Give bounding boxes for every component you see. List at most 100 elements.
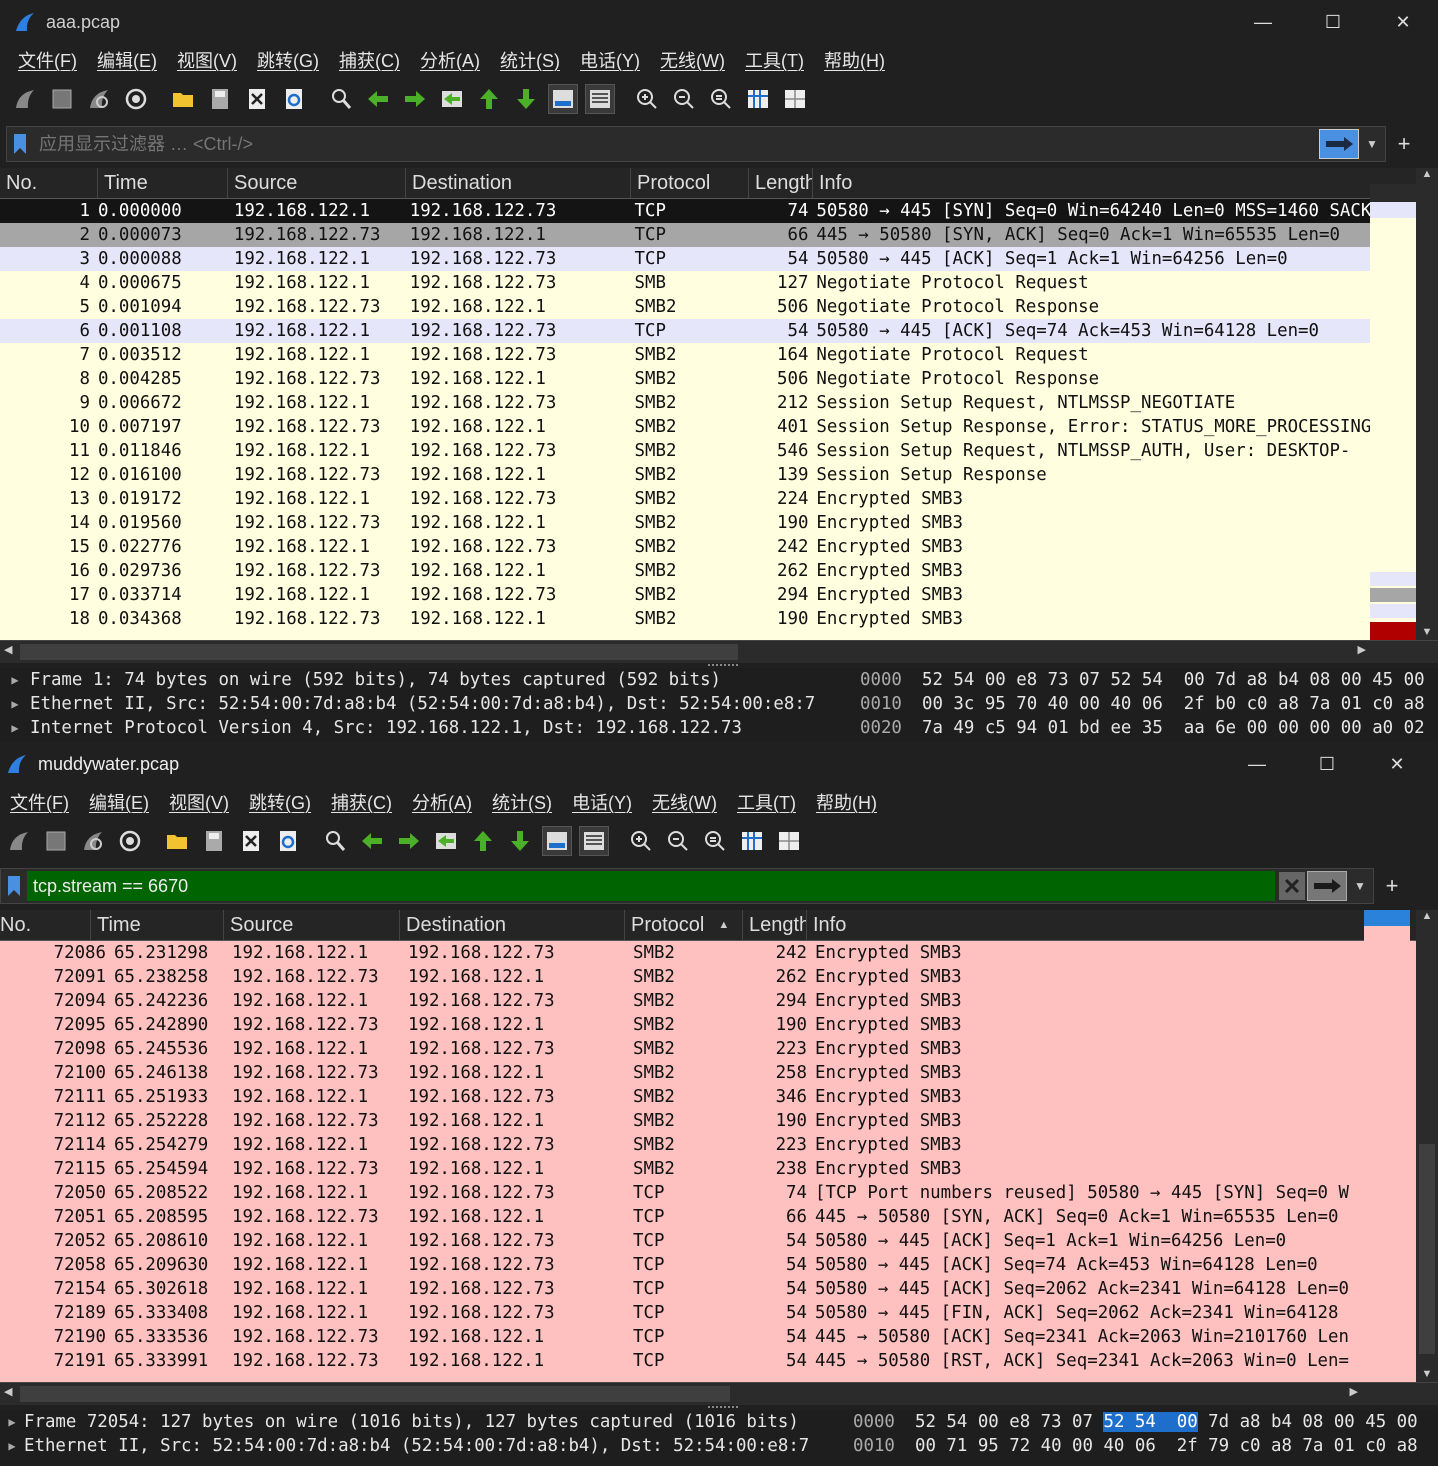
packet-list-minimap[interactable] xyxy=(1370,184,1416,640)
go-back-icon[interactable] xyxy=(357,826,387,856)
menu-help[interactable]: 帮助(H) xyxy=(814,47,895,73)
stop-capture-icon[interactable] xyxy=(41,826,71,856)
find-packet-icon[interactable] xyxy=(320,826,350,856)
hex-row[interactable]: 0010 00 71 95 72 40 00 40 06 2f 79 c0 a8 … xyxy=(843,1434,1438,1458)
table-row[interactable]: 1 0.000000 192.168.122.1 192.168.122.73 TCP 7… xyxy=(0,199,1370,223)
col-source[interactable]: Source xyxy=(228,168,406,198)
go-first-packet-icon[interactable] xyxy=(468,826,498,856)
col-time[interactable]: Time xyxy=(98,168,228,198)
menu-tools[interactable]: 工具(T) xyxy=(735,47,814,73)
col-info[interactable]: Info xyxy=(813,168,1413,198)
col-length[interactable]: Length xyxy=(749,168,813,198)
table-row[interactable]: 18 0.034368 192.168.122.73 192.168.122.1 SMB… xyxy=(0,607,1370,631)
table-row[interactable]: 4 0.000675 192.168.122.1 192.168.122.73 SMB 1… xyxy=(0,271,1370,295)
menu-help[interactable]: 帮助(H) xyxy=(806,789,887,815)
col-no[interactable]: No. xyxy=(0,910,91,940)
table-row[interactable]: 72154 65.302618 192.168.122.1 192.168.122.7… xyxy=(0,1277,1364,1301)
auto-scroll-icon[interactable] xyxy=(542,826,572,856)
col-protocol[interactable]: Protocol ▲ xyxy=(625,910,743,940)
resize-columns-icon[interactable] xyxy=(737,826,767,856)
packet-list-minimap[interactable] xyxy=(1364,910,1410,1382)
col-length[interactable]: Length xyxy=(743,910,807,940)
table-row[interactable]: 72191 65.333991 192.168.122.73 192.168.122.… xyxy=(0,1349,1364,1373)
table-row[interactable]: 12 0.016100 192.168.122.73 192.168.122.1 SMB… xyxy=(0,463,1370,487)
menu-go[interactable]: 跳转(G) xyxy=(247,47,329,73)
hex-row[interactable]: 0000 52 54 00 e8 73 07 52 54 00 7d a8 b4 … xyxy=(843,1410,1438,1434)
table-row[interactable]: 5 0.001094 192.168.122.73 192.168.122.1 SMB2… xyxy=(0,295,1370,319)
col-source[interactable]: Source xyxy=(224,910,400,940)
menu-edit[interactable]: 编辑(E) xyxy=(79,789,159,815)
table-row[interactable]: 72098 65.245536 192.168.122.1 192.168.122.7… xyxy=(0,1037,1364,1061)
display-filter-input[interactable] xyxy=(27,871,1275,901)
close-icon[interactable]: ✕ xyxy=(1368,0,1438,44)
wireless-toolbar-icon[interactable] xyxy=(774,826,804,856)
packet-list-hscroll[interactable]: ◀ ▶ xyxy=(0,1382,1438,1405)
add-filter-button-icon[interactable]: + xyxy=(1389,127,1419,161)
open-file-icon[interactable] xyxy=(168,84,198,114)
go-last-packet-icon[interactable] xyxy=(505,826,535,856)
open-file-icon[interactable] xyxy=(162,826,192,856)
packet-list-vscroll[interactable]: ▲ ▼ xyxy=(1416,168,1438,640)
table-row[interactable]: 72086 65.231298 192.168.122.1 192.168.122.7… xyxy=(0,941,1364,965)
col-time[interactable]: Time xyxy=(91,910,224,940)
packet-list-vscroll[interactable]: ▲ ▼ xyxy=(1416,910,1438,1382)
filter-bookmark-icon[interactable] xyxy=(1,871,27,901)
table-row[interactable]: 14 0.019560 192.168.122.73 192.168.122.1 SMB… xyxy=(0,511,1370,535)
zoom-in-icon[interactable] xyxy=(632,84,662,114)
table-row[interactable]: 17 0.033714 192.168.122.1 192.168.122.73 SMB… xyxy=(0,583,1370,607)
menu-capture[interactable]: 捕获(C) xyxy=(321,789,402,815)
table-row[interactable]: 72190 65.333536 192.168.122.73 192.168.122.… xyxy=(0,1325,1364,1349)
menu-telephony[interactable]: 电话(Y) xyxy=(562,789,642,815)
auto-scroll-icon[interactable] xyxy=(548,84,578,114)
menu-file[interactable]: 文件(F) xyxy=(0,789,79,815)
hex-row[interactable]: 0000 52 54 00 e8 73 07 52 54 00 7d a8 b4 … xyxy=(850,668,1438,692)
table-row[interactable]: 72189 65.333408 192.168.122.1 192.168.122.7… xyxy=(0,1301,1364,1325)
colorize-icon[interactable] xyxy=(579,826,609,856)
menu-edit[interactable]: 编辑(E) xyxy=(87,47,167,73)
detail-row-frame[interactable]: ▶ Frame 1: 74 bytes on wire (592 bits), 7… xyxy=(0,668,846,692)
menu-analyze[interactable]: 分析(A) xyxy=(410,47,490,73)
restart-capture-icon[interactable] xyxy=(84,84,114,114)
col-no[interactable]: No. xyxy=(0,168,98,198)
save-file-icon[interactable] xyxy=(205,84,235,114)
packet-list-hscroll[interactable]: ◀ ▶ xyxy=(0,640,1438,663)
table-row[interactable]: 10 0.007197 192.168.122.73 192.168.122.1 SMB… xyxy=(0,415,1370,439)
col-info[interactable]: Info xyxy=(807,910,1362,940)
expand-arrow-icon[interactable]: ▶ xyxy=(0,721,30,735)
table-row[interactable]: 16 0.029736 192.168.122.73 192.168.122.1 SMB… xyxy=(0,559,1370,583)
detail-row-frame[interactable]: ▶ Frame 72054: 127 bytes on wire (1016 bi… xyxy=(0,1410,846,1434)
filter-bookmark-icon[interactable] xyxy=(7,129,33,159)
col-destination[interactable]: Destination xyxy=(406,168,631,198)
table-row[interactable]: 72091 65.238258 192.168.122.73 192.168.122.… xyxy=(0,965,1364,989)
filter-history-chevron-down-icon[interactable]: ▼ xyxy=(1359,130,1385,158)
capture-options-icon[interactable] xyxy=(115,826,145,856)
go-forward-icon[interactable] xyxy=(394,826,424,856)
table-row[interactable]: 72095 65.242890 192.168.122.73 192.168.122.… xyxy=(0,1013,1364,1037)
table-row[interactable]: 13 0.019172 192.168.122.1 192.168.122.73 SMB… xyxy=(0,487,1370,511)
go-back-icon[interactable] xyxy=(363,84,393,114)
apply-filter-icon[interactable] xyxy=(1307,871,1347,901)
minimize-icon[interactable]: — xyxy=(1222,742,1292,786)
menu-wireless[interactable]: 无线(W) xyxy=(650,47,735,73)
expand-arrow-icon[interactable]: ▶ xyxy=(0,697,30,711)
detail-row-ethernet[interactable]: ▶ Ethernet II, Src: 52:54:00:7d:a8:b4 (52… xyxy=(0,1434,846,1458)
zoom-out-icon[interactable] xyxy=(663,826,693,856)
table-row[interactable]: 9 0.006672 192.168.122.1 192.168.122.73 SMB2… xyxy=(0,391,1370,415)
display-filter-input[interactable] xyxy=(33,129,1319,159)
add-filter-button-icon[interactable]: + xyxy=(1377,869,1407,903)
menu-capture[interactable]: 捕获(C) xyxy=(329,47,410,73)
zoom-in-icon[interactable] xyxy=(626,826,656,856)
table-row[interactable]: 72050 65.208522 192.168.122.1 192.168.122.7… xyxy=(0,1181,1364,1205)
detail-row-ipv4[interactable]: ▶ Internet Protocol Version 4, Src: 192.1… xyxy=(0,716,846,740)
menu-view[interactable]: 视图(V) xyxy=(167,47,247,73)
expand-arrow-icon[interactable]: ▶ xyxy=(0,1415,24,1429)
menu-file[interactable]: 文件(F) xyxy=(8,47,87,73)
resize-columns-icon[interactable] xyxy=(743,84,773,114)
close-file-icon[interactable] xyxy=(236,826,266,856)
table-row[interactable]: 72114 65.254279 192.168.122.1 192.168.122.7… xyxy=(0,1133,1364,1157)
menu-analyze[interactable]: 分析(A) xyxy=(402,789,482,815)
restart-capture-icon[interactable] xyxy=(78,826,108,856)
zoom-normal-icon[interactable] xyxy=(700,826,730,856)
find-packet-icon[interactable] xyxy=(326,84,356,114)
go-to-packet-icon[interactable] xyxy=(431,826,461,856)
